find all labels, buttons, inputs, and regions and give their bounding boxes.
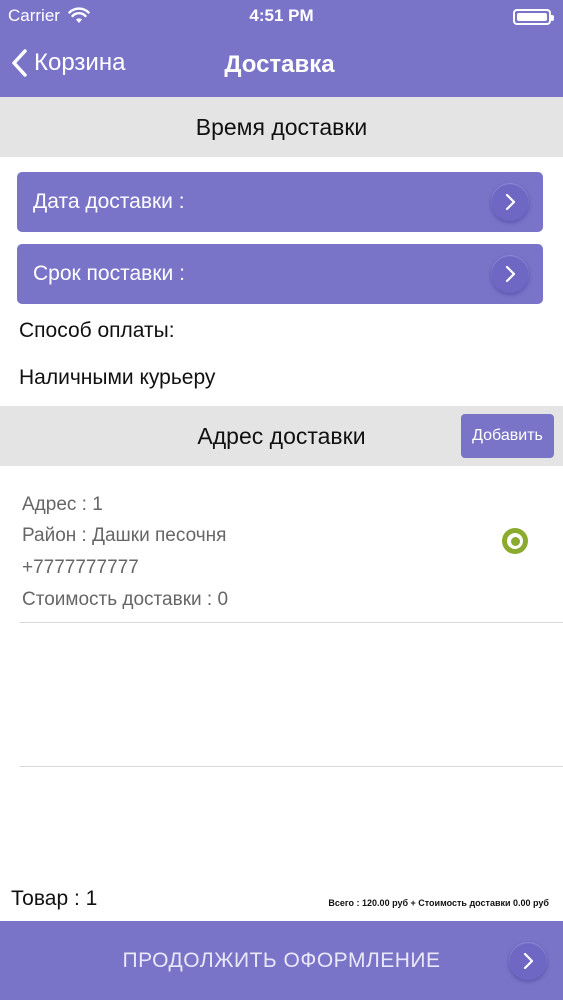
section-title: Время доставки (195, 113, 368, 140)
delivery-date-label: Дата доставки : (33, 190, 185, 213)
delivery-term-picker[interactable]: Срок поставки : (17, 244, 543, 304)
battery-icon (513, 9, 554, 25)
app-header: Carrier 4:51 PM Корзина Доставка (0, 0, 563, 97)
district-text: Район : Дашки песочня (22, 525, 227, 546)
section-header-delivery-time: Время доставки (0, 97, 563, 157)
payment-method-label: Способ оплаты: (19, 319, 175, 342)
continue-label: ПРОДОЛЖИТЬ ОФОРМЛЕНИЕ (122, 948, 441, 972)
order-total: Всего : 120.00 руб + Стоимость доставки … (328, 898, 549, 908)
page-title: Доставка (224, 51, 335, 78)
chevron-right-icon (491, 183, 529, 221)
divider (20, 622, 563, 623)
continue-checkout-button[interactable]: ПРОДОЛЖИТЬ ОФОРМЛЕНИЕ (0, 921, 563, 1000)
section-title: Адрес доставки (197, 422, 366, 449)
payment-method-value: Наличными курьеру (19, 366, 216, 389)
goods-count: Товар : 1 (11, 887, 98, 910)
nav-bar: Корзина Доставка (0, 34, 563, 97)
address-item[interactable]: Адрес : 1 Район : Дашки песочня +7777777… (22, 494, 542, 622)
phone-text: +7777777777 (22, 557, 139, 578)
section-header-address: Адрес доставки Добавить (0, 406, 563, 466)
chevron-right-icon (509, 941, 547, 980)
add-address-button[interactable]: Добавить (461, 414, 554, 458)
status-bar: Carrier 4:51 PM (0, 0, 563, 34)
address-radio-selected[interactable] (502, 528, 528, 554)
address-text: Адрес : 1 (22, 494, 103, 515)
status-time: 4:51 PM (249, 6, 314, 25)
delivery-date-picker[interactable]: Дата доставки : (17, 172, 543, 232)
delivery-cost-text: Стоимость доставки : 0 (22, 589, 229, 610)
chevron-right-icon (491, 255, 529, 293)
divider (20, 766, 563, 767)
delivery-term-label: Срок поставки : (33, 262, 185, 285)
